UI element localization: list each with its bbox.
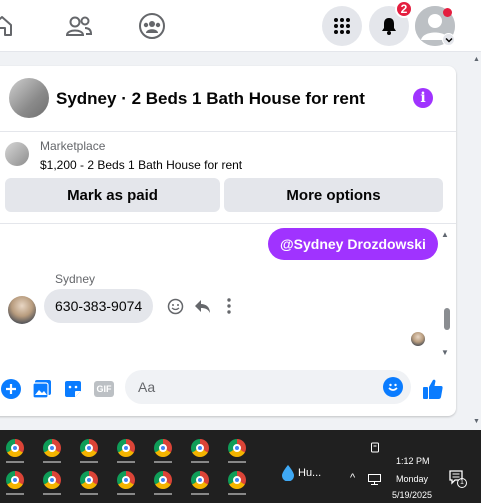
- page-scroll-up-arrow[interactable]: ▲: [473, 56, 480, 63]
- menu-grid-button[interactable]: [322, 6, 362, 46]
- info-icon[interactable]: i: [413, 88, 433, 108]
- scroll-down-arrow[interactable]: ▼: [441, 348, 449, 357]
- chrome-taskbar-icon[interactable]: [185, 465, 215, 495]
- notification-badge: 2: [395, 0, 413, 18]
- mark-as-paid-button[interactable]: Mark as paid: [5, 178, 220, 212]
- chrome-taskbar-icon[interactable]: [37, 433, 67, 463]
- message-list[interactable]: @Sydney Drozdowski Sydney 630-383-9074: [0, 224, 456, 368]
- notifications-button[interactable]: 2: [369, 0, 413, 46]
- tray-chevron-up-icon[interactable]: ^: [350, 472, 355, 484]
- chrome-icon: [228, 439, 246, 457]
- chrome-taskbar-icon[interactable]: [148, 465, 178, 495]
- status-dot: [443, 8, 452, 17]
- chrome-taskbar-icon[interactable]: [111, 465, 141, 495]
- chat-header: Sydney · 2 Beds 1 Bath House for rent i: [0, 66, 456, 132]
- chrome-icon: [43, 471, 61, 489]
- notification-center-icon[interactable]: 1: [449, 470, 467, 491]
- sender-avatar[interactable]: [8, 296, 36, 324]
- react-smile-icon[interactable]: [166, 297, 184, 315]
- top-navigation: 2: [0, 0, 481, 52]
- chrome-icon: [154, 471, 172, 489]
- chrome-taskbar-icon[interactable]: [0, 433, 30, 463]
- listing-small-thumbnail[interactable]: [5, 142, 29, 166]
- message-placeholder: Aa: [138, 379, 156, 395]
- chrome-icon: [117, 471, 135, 489]
- clock-day[interactable]: Monday: [396, 474, 428, 484]
- chrome-icon: [191, 439, 209, 457]
- water-drop-icon: [282, 465, 294, 481]
- chrome-icon: [43, 439, 61, 457]
- groups-icon[interactable]: [136, 10, 168, 42]
- chrome-icon: [6, 439, 24, 457]
- chrome-taskbar-icon[interactable]: [37, 465, 67, 495]
- message-scrollbar-thumb[interactable]: [444, 308, 450, 330]
- clock-time[interactable]: 1:12 PM: [396, 456, 430, 466]
- bell-icon: [382, 18, 396, 35]
- chrome-icon: [228, 471, 246, 489]
- weather-text: Hu...: [298, 467, 322, 479]
- chrome-icon: [154, 439, 172, 457]
- chrome-icon: [117, 439, 135, 457]
- chrome-taskbar-icon[interactable]: [74, 465, 104, 495]
- chrome-icon: [80, 471, 98, 489]
- message-input[interactable]: Aa: [125, 370, 411, 404]
- scroll-up-arrow[interactable]: ▲: [441, 230, 449, 239]
- reply-icon[interactable]: [193, 297, 211, 315]
- grid-icon: [334, 18, 350, 34]
- thumbs-up-icon[interactable]: [422, 378, 444, 400]
- home-icon[interactable]: [0, 10, 18, 42]
- chrome-icon: [191, 471, 209, 489]
- photo-icon[interactable]: [31, 378, 53, 400]
- tray-device-icon[interactable]: [370, 441, 380, 459]
- listing-thumbnail[interactable]: [9, 78, 49, 118]
- chrome-icon: [6, 471, 24, 489]
- marketplace-card: Marketplace $1,200 - 2 Beds 1 Bath House…: [0, 132, 456, 224]
- chat-title[interactable]: Sydney · 2 Beds 1 Bath House for rent: [56, 89, 365, 109]
- chrome-taskbar-icon[interactable]: [74, 433, 104, 463]
- chrome-taskbar-icon[interactable]: [0, 465, 30, 495]
- emoji-icon[interactable]: [383, 377, 403, 397]
- chevron-down-icon: [442, 33, 455, 46]
- chrome-taskbar-icon[interactable]: [148, 433, 178, 463]
- message-bubble[interactable]: 630-383-9074: [44, 289, 154, 323]
- page-scroll-down-arrow[interactable]: ▼: [473, 418, 480, 425]
- more-options-button[interactable]: More options: [224, 178, 443, 212]
- friends-icon[interactable]: [63, 10, 95, 42]
- seen-avatar: [411, 332, 425, 346]
- message-composer: GIF Aa: [0, 368, 456, 412]
- weather-widget[interactable]: Hu...: [282, 465, 321, 481]
- plus-circle-icon[interactable]: [0, 378, 22, 400]
- chat-window: Sydney · 2 Beds 1 Bath House for rent i …: [0, 66, 456, 416]
- mention-message[interactable]: @Sydney Drozdowski: [268, 228, 438, 260]
- listing-title[interactable]: $1,200 - 2 Beds 1 Bath House for rent: [40, 158, 242, 172]
- chrome-taskbar-icon[interactable]: [185, 433, 215, 463]
- notification-center-count: 1: [457, 478, 467, 488]
- more-actions-icon[interactable]: [220, 297, 238, 315]
- display-icon[interactable]: [368, 472, 381, 490]
- gif-icon[interactable]: GIF: [93, 378, 115, 400]
- account-avatar-button[interactable]: [415, 6, 455, 46]
- marketplace-label: Marketplace: [40, 139, 106, 153]
- chrome-taskbar-icon[interactable]: [222, 465, 252, 495]
- clock-date[interactable]: 5/19/2025: [392, 490, 432, 500]
- sender-name: Sydney: [55, 272, 96, 286]
- chrome-taskbar-icon[interactable]: [222, 433, 252, 463]
- sticker-icon[interactable]: [62, 378, 84, 400]
- gif-label: GIF: [94, 381, 114, 397]
- chrome-icon: [80, 439, 98, 457]
- chrome-taskbar-icon[interactable]: [111, 433, 141, 463]
